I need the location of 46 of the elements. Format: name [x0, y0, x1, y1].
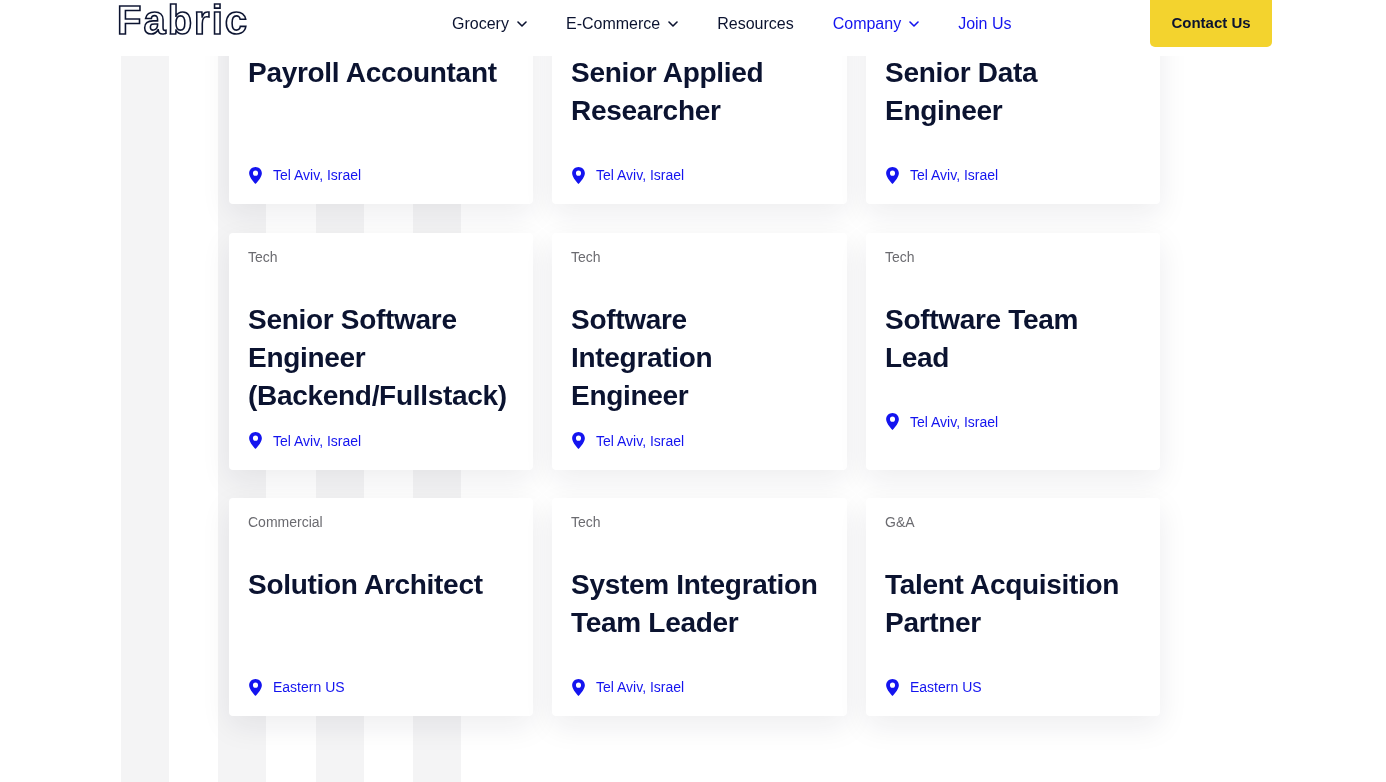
location-pin-icon	[886, 413, 899, 430]
job-location: Tel Aviv, Israel	[596, 431, 685, 451]
location-pin-icon	[249, 432, 262, 449]
job-title: Solution Architect	[248, 568, 483, 602]
job-card[interactable]: Tech Software Integration Engineer Tel Aviv, Israel	[552, 232, 847, 470]
job-category: Tech	[248, 247, 278, 267]
location-pin-icon	[249, 166, 262, 184]
location-pin-icon	[886, 678, 899, 696]
job-title: Talent Acquisition Partner	[885, 568, 1121, 640]
location-pin-icon	[572, 166, 585, 184]
job-card[interactable]: Tech Software Team Lead Tel Aviv, Israel	[866, 232, 1160, 470]
nav-link[interactable]: Join Us	[958, 13, 1012, 34]
job-title: Payroll Accountant	[248, 56, 497, 90]
job-title: System Integration Team Leader	[571, 568, 819, 640]
job-title: Senior Software Engineer (Backend/Fullstack)	[248, 302, 508, 413]
job-location: Tel Aviv, Israel	[910, 166, 999, 185]
nav-dropdown-link[interactable]: Grocery	[452, 13, 527, 34]
job-card[interactable]: Tech Senior Software Engineer (Backend/Fullstack) Tel Aviv, Israel	[229, 232, 533, 470]
nav-link[interactable]: Resources	[717, 13, 794, 34]
job-location: Eastern US	[910, 678, 982, 697]
job-category: Tech	[571, 247, 601, 267]
location-pin-icon	[572, 432, 585, 449]
job-location: Tel Aviv, Israel	[596, 678, 685, 697]
location-pin-icon	[572, 678, 585, 696]
job-card[interactable]: Tech System Integration Team Leader Tel Aviv, Israel	[552, 498, 847, 716]
job-title: Software Team Lead	[885, 302, 1080, 375]
location-pin-icon	[886, 166, 899, 184]
job-card[interactable]: Commercial Solution Architect Eastern US	[229, 498, 533, 716]
job-location: Tel Aviv, Israel	[910, 412, 999, 432]
job-category: Commercial	[248, 513, 323, 532]
job-title: Software Integration Engineer	[571, 302, 714, 413]
job-location: Eastern US	[273, 678, 345, 697]
job-location: Tel Aviv, Israel	[273, 431, 362, 451]
job-category: G&A	[885, 513, 915, 532]
nav-dropdown-link[interactable]: Company	[832, 13, 920, 34]
logo[interactable]: Fabric	[117, 0, 250, 40]
job-card[interactable]: G&A Talent Acquisition Partner Eastern US	[866, 498, 1160, 716]
job-category: Tech	[571, 513, 601, 532]
job-title: Senior Data Engineer	[885, 56, 1039, 128]
job-location: Tel Aviv, Israel	[596, 166, 685, 185]
job-location: Tel Aviv, Israel	[273, 166, 362, 185]
nav-dropdown-link[interactable]: E-Commerce	[565, 13, 679, 34]
job-category: Tech	[885, 247, 915, 267]
contact-us-button[interactable]: Contact Us	[1150, 0, 1272, 47]
job-title: Senior Applied Researcher	[571, 56, 765, 128]
location-pin-icon	[249, 678, 262, 696]
